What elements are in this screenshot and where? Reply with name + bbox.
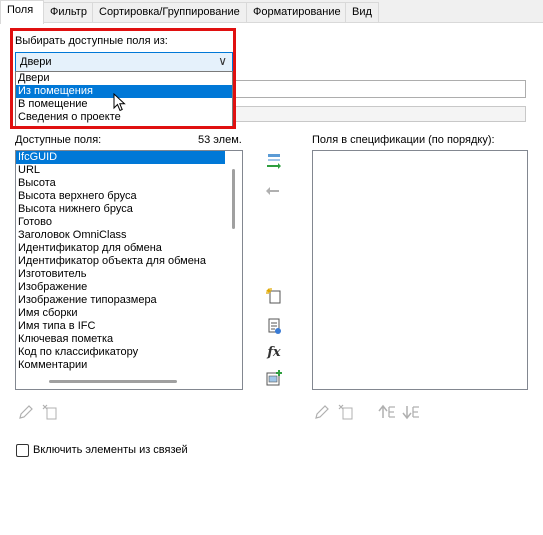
move-up-icon[interactable]: [378, 404, 396, 420]
highlight-box: [10, 28, 236, 129]
new-parameter-icon[interactable]: [266, 288, 282, 304]
move-down-icon[interactable]: [402, 404, 420, 420]
list-item[interactable]: Изображение: [16, 281, 242, 294]
edit-parameter-icon[interactable]: [314, 404, 330, 420]
add-parameter-icon[interactable]: [265, 152, 283, 170]
list-item[interactable]: IfcGUID: [16, 151, 225, 164]
scheduled-fields-list[interactable]: [312, 150, 528, 390]
remove-parameter-icon[interactable]: [265, 184, 281, 198]
include-links-label: Включить элементы из связей: [33, 444, 188, 456]
edit-parameter-icon[interactable]: [18, 404, 34, 420]
include-links-checkbox[interactable]: [16, 444, 29, 457]
tab-fields[interactable]: Поля: [0, 0, 44, 24]
list-item[interactable]: Код по классификатору: [16, 346, 242, 359]
list-item[interactable]: Готово: [16, 216, 242, 229]
list-item[interactable]: URL: [16, 164, 242, 177]
tab-label: Форматирование: [253, 6, 341, 18]
tab-label: Поля: [7, 4, 34, 16]
delete-parameter-icon[interactable]: [338, 404, 354, 420]
list-item[interactable]: Высота: [16, 177, 242, 190]
list-item[interactable]: Ключевая пометка: [16, 333, 242, 346]
list-item[interactable]: Идентификатор объекта для обмена: [16, 255, 242, 268]
available-fields-label: Доступные поля:: [15, 134, 102, 146]
list-item[interactable]: Изображение типоразмера: [16, 294, 242, 307]
available-count: 53 элем.: [198, 134, 242, 146]
list-item[interactable]: Идентификатор для обмена: [16, 242, 242, 255]
horizontal-scrollbar[interactable]: [49, 380, 177, 383]
list-item[interactable]: Имя типа в IFC: [16, 320, 242, 333]
mouse-cursor-icon: [113, 93, 126, 112]
tab-label: Фильтр: [50, 6, 87, 18]
tab-formatting[interactable]: Форматирование: [246, 2, 346, 22]
list-item[interactable]: Комментарии: [16, 359, 242, 372]
tab-label: Сортировка/Группирование: [99, 6, 240, 18]
tab-strip: Поля Фильтр Сортировка/Группирование Фор…: [0, 0, 543, 24]
vertical-scrollbar[interactable]: [232, 169, 235, 229]
combine-parameters-icon[interactable]: [265, 370, 283, 388]
list-item[interactable]: Заголовок OmniClass: [16, 229, 242, 242]
tab-sorting-grouping[interactable]: Сортировка/Группирование: [92, 2, 247, 22]
available-fields-list[interactable]: IfcGUID URL Высота Высота верхнего бруса…: [15, 150, 243, 390]
list-item[interactable]: Высота верхнего бруса: [16, 190, 242, 203]
tab-filter[interactable]: Фильтр: [43, 2, 93, 22]
delete-parameter-icon[interactable]: [42, 404, 58, 420]
formula-icon[interactable]: fx: [266, 345, 282, 361]
list-item[interactable]: Изготовитель: [16, 268, 242, 281]
tab-view[interactable]: Вид: [345, 2, 379, 22]
add-calculated-parameter-icon[interactable]: [266, 318, 283, 335]
scheduled-fields-label: Поля в спецификации (по порядку):: [312, 134, 495, 146]
list-item[interactable]: Высота нижнего бруса: [16, 203, 242, 216]
tab-label: Вид: [352, 6, 372, 18]
list-item[interactable]: Имя сборки: [16, 307, 242, 320]
